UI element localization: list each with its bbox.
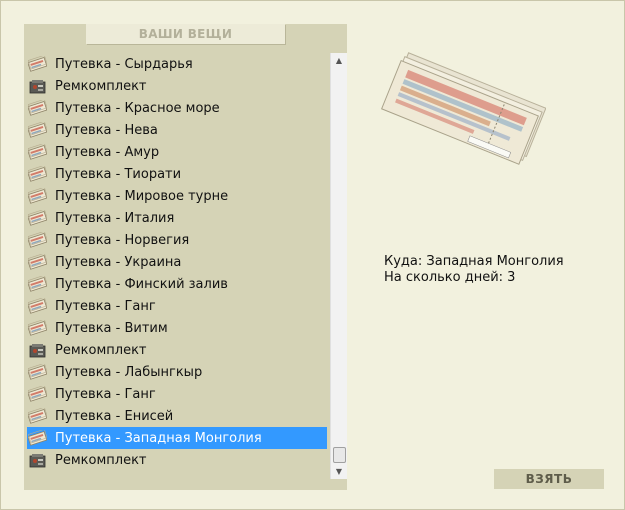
list-item-label: Путевка - Тиорати — [55, 166, 182, 182]
repair-kit-icon — [28, 451, 47, 470]
list-item-label: Путевка - Амур — [55, 144, 160, 160]
list-item-label: Ремкомплект — [55, 342, 147, 358]
list-item[interactable]: Ремкомплект — [27, 339, 327, 361]
ticket-icon — [28, 429, 47, 447]
list-item-label: Путевка - Ганг — [55, 386, 156, 402]
scroll-down-arrow-icon[interactable]: ▼ — [331, 464, 347, 479]
list-item[interactable]: Путевка - Украина — [27, 251, 327, 273]
list-item[interactable]: Путевка - Енисей — [27, 405, 327, 427]
ticket-icon — [28, 55, 47, 73]
list-item-label: Путевка - Нева — [55, 122, 158, 138]
list-item[interactable]: Путевка - Ганг — [27, 383, 327, 405]
list-item[interactable]: Путевка - Тиорати — [27, 163, 327, 185]
take-button[interactable]: ВЗЯТЬ — [494, 469, 604, 489]
inventory-window: ВАШИ ВЕЩИ Путевка - Сырдарья Ремкомплект П… — [0, 0, 625, 510]
ticket-icon — [28, 231, 47, 249]
ticket-icon — [28, 143, 47, 161]
list-item[interactable]: Ремкомплект — [27, 449, 327, 471]
ticket-icon — [28, 297, 47, 315]
inventory-scrollbar[interactable]: ▲ ▼ — [330, 53, 347, 479]
list-item-label: Путевка - Мировое турне — [55, 188, 229, 204]
ticket-icon — [28, 121, 47, 139]
ticket-icon — [28, 319, 47, 337]
list-item-label: Путевка - Финский залив — [55, 276, 228, 292]
list-item-label: Путевка - Енисей — [55, 408, 174, 424]
list-item-selected[interactable]: Путевка - Западная Монголия — [27, 427, 327, 449]
list-item[interactable]: Путевка - Лабынгкыр — [27, 361, 327, 383]
list-item[interactable]: Путевка - Финский залив — [27, 273, 327, 295]
travel-tickets-image — [381, 45, 547, 165]
list-item[interactable]: Путевка - Красное море — [27, 97, 327, 119]
inventory-header: ВАШИ ВЕЩИ — [86, 24, 285, 44]
list-item[interactable]: Путевка - Сырдарья — [27, 53, 327, 75]
ticket-icon — [28, 209, 47, 227]
list-item-label: Ремкомплект — [55, 78, 147, 94]
list-item-label: Путевка - Лабынгкыр — [55, 364, 203, 380]
ticket-icon — [28, 99, 47, 117]
item-details: Куда: Западная Монголия На сколько дней:… — [384, 254, 564, 286]
ticket-icon — [28, 363, 47, 381]
ticket-icon — [28, 407, 47, 425]
destination-text: Куда: Западная Монголия — [384, 254, 564, 269]
list-item-label: Путевка - Норвегия — [55, 232, 190, 248]
list-item[interactable]: Путевка - Витим — [27, 317, 327, 339]
inventory-list[interactable]: Путевка - Сырдарья Ремкомплект Путевка - К… — [27, 53, 329, 477]
list-item[interactable]: Путевка - Амур — [27, 141, 327, 163]
list-item-label: Путевка - Ганг — [55, 298, 156, 314]
list-item-label: Путевка - Украина — [55, 254, 182, 270]
list-item-label: Путевка - Витим — [55, 320, 168, 336]
list-item[interactable]: Ремкомплект — [27, 75, 327, 97]
ticket-icon — [28, 275, 47, 293]
list-item[interactable]: Путевка - Мировое турне — [27, 185, 327, 207]
list-item[interactable]: Путевка - Италия — [27, 207, 327, 229]
scroll-up-arrow-icon[interactable]: ▲ — [331, 53, 347, 68]
list-item-label: Путевка - Италия — [55, 210, 175, 226]
days-text: На сколько дней: 3 — [384, 270, 516, 285]
list-item[interactable]: Путевка - Ганг — [27, 295, 327, 317]
ticket-icon — [28, 165, 47, 183]
list-item[interactable]: Путевка - Нева — [27, 119, 327, 141]
ticket-icon — [28, 187, 47, 205]
repair-kit-icon — [28, 77, 47, 96]
scrollbar-thumb[interactable] — [333, 447, 346, 463]
list-item[interactable]: Путевка - Норвегия — [27, 229, 327, 251]
list-item-label: Ремкомплект — [55, 452, 147, 468]
list-item-label: Путевка - Красное море — [55, 100, 220, 116]
repair-kit-icon — [28, 341, 47, 360]
ticket-icon — [28, 253, 47, 271]
list-item-label: Путевка - Сырдарья — [55, 56, 193, 72]
ticket-icon — [28, 385, 47, 403]
list-item-label: Путевка - Западная Монголия — [55, 430, 262, 446]
